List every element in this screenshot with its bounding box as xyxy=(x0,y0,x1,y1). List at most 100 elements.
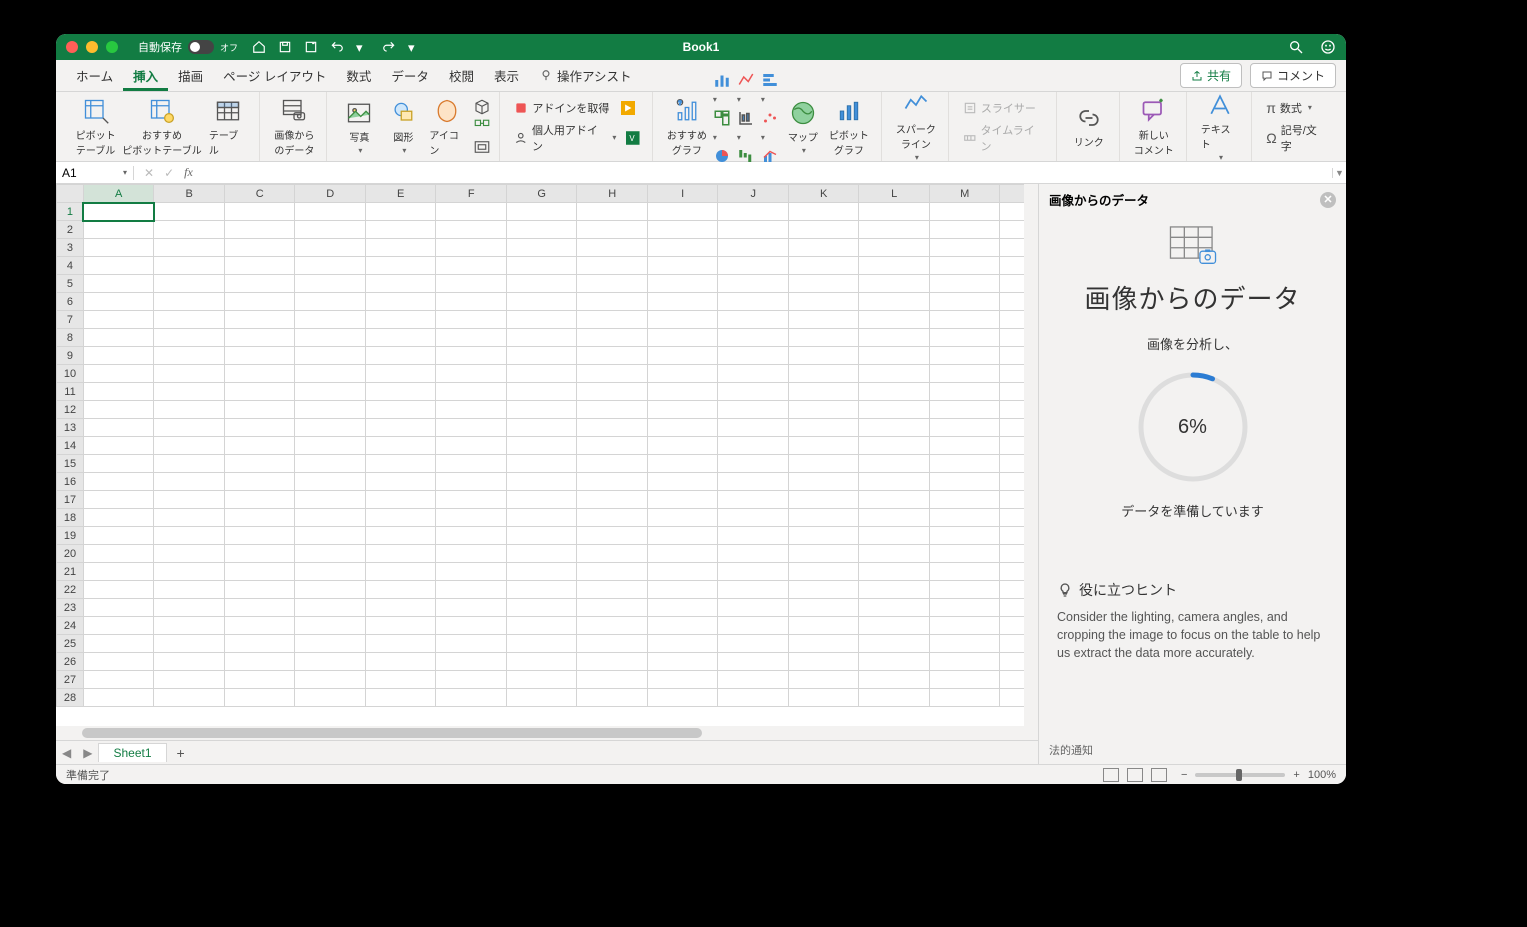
cell[interactable] xyxy=(506,653,577,671)
get-addins-button[interactable]: アドインを取得 xyxy=(510,98,643,118)
cell[interactable] xyxy=(295,275,366,293)
cell[interactable] xyxy=(224,401,295,419)
cell[interactable] xyxy=(859,653,930,671)
cell[interactable] xyxy=(154,635,225,653)
cell[interactable] xyxy=(83,491,154,509)
cell[interactable] xyxy=(436,257,507,275)
cell[interactable] xyxy=(506,563,577,581)
cell[interactable] xyxy=(83,419,154,437)
close-sidepane-button[interactable]: ✕ xyxy=(1320,192,1336,208)
cell[interactable] xyxy=(788,401,859,419)
cell[interactable] xyxy=(83,653,154,671)
cell[interactable] xyxy=(365,509,436,527)
cell[interactable] xyxy=(577,275,648,293)
cell[interactable] xyxy=(83,239,154,257)
cell[interactable] xyxy=(365,581,436,599)
cell[interactable] xyxy=(506,455,577,473)
cell[interactable] xyxy=(506,257,577,275)
cell[interactable] xyxy=(506,311,577,329)
cell[interactable] xyxy=(718,275,789,293)
row-header[interactable]: 19 xyxy=(57,527,84,545)
cell[interactable] xyxy=(365,239,436,257)
cell[interactable] xyxy=(154,257,225,275)
cell[interactable] xyxy=(929,293,1000,311)
cell[interactable] xyxy=(83,311,154,329)
cell[interactable] xyxy=(859,293,930,311)
cell[interactable] xyxy=(365,671,436,689)
row-header[interactable]: 15 xyxy=(57,455,84,473)
cell[interactable] xyxy=(295,437,366,455)
cell[interactable] xyxy=(718,653,789,671)
cell[interactable] xyxy=(577,203,648,221)
cell[interactable] xyxy=(436,455,507,473)
cell[interactable] xyxy=(295,401,366,419)
column-header[interactable]: G xyxy=(506,185,577,203)
cell[interactable] xyxy=(506,401,577,419)
cell[interactable] xyxy=(436,581,507,599)
cell[interactable] xyxy=(83,671,154,689)
cell[interactable] xyxy=(859,239,930,257)
cell[interactable] xyxy=(365,419,436,437)
cell[interactable] xyxy=(788,545,859,563)
cell[interactable] xyxy=(295,311,366,329)
cell[interactable] xyxy=(718,455,789,473)
cell[interactable] xyxy=(506,275,577,293)
row-header[interactable]: 13 xyxy=(57,419,84,437)
tab-draw[interactable]: 描画 xyxy=(168,60,213,91)
cell[interactable] xyxy=(929,221,1000,239)
smiley-feedback-icon[interactable] xyxy=(1320,39,1336,55)
cell[interactable] xyxy=(224,491,295,509)
cell[interactable] xyxy=(859,635,930,653)
cell[interactable] xyxy=(718,671,789,689)
cell[interactable] xyxy=(436,473,507,491)
cell[interactable] xyxy=(154,545,225,563)
column-header[interactable]: K xyxy=(788,185,859,203)
cell[interactable] xyxy=(436,635,507,653)
cell[interactable] xyxy=(436,653,507,671)
enter-formula-icon[interactable]: ✓ xyxy=(164,166,174,180)
cell[interactable] xyxy=(506,635,577,653)
cell[interactable] xyxy=(436,671,507,689)
cell[interactable] xyxy=(224,311,295,329)
cell[interactable] xyxy=(647,527,718,545)
cell[interactable] xyxy=(788,275,859,293)
cell[interactable] xyxy=(647,203,718,221)
cell[interactable] xyxy=(577,329,648,347)
cell[interactable] xyxy=(929,383,1000,401)
cell[interactable] xyxy=(577,293,648,311)
cell[interactable] xyxy=(83,473,154,491)
home-icon[interactable] xyxy=(252,40,266,54)
cell[interactable] xyxy=(788,203,859,221)
view-page-layout-button[interactable] xyxy=(1127,768,1143,782)
cell[interactable] xyxy=(788,509,859,527)
cell[interactable] xyxy=(647,221,718,239)
save-icon[interactable] xyxy=(278,40,292,54)
cell[interactable] xyxy=(718,203,789,221)
row-header[interactable]: 1 xyxy=(57,203,84,221)
cell[interactable] xyxy=(224,365,295,383)
cell[interactable] xyxy=(859,689,930,707)
cell[interactable] xyxy=(929,275,1000,293)
undo-dropdown-chevron[interactable]: ▾ xyxy=(356,40,370,54)
cell[interactable] xyxy=(577,653,648,671)
cell[interactable] xyxy=(154,365,225,383)
pivot-table-button[interactable]: ピボット テーブル xyxy=(72,95,119,159)
cell[interactable] xyxy=(718,545,789,563)
cell[interactable] xyxy=(295,617,366,635)
cell[interactable] xyxy=(718,311,789,329)
sparklines-button[interactable]: スパーク ライン▾ xyxy=(892,89,940,164)
cell[interactable] xyxy=(647,329,718,347)
cell[interactable] xyxy=(577,437,648,455)
line-chart-icon[interactable]: ▾ xyxy=(735,71,757,107)
cell[interactable] xyxy=(788,347,859,365)
cell[interactable] xyxy=(718,509,789,527)
pivot-chart-button[interactable]: ピボット グラフ xyxy=(825,95,873,159)
cell[interactable] xyxy=(224,653,295,671)
cell[interactable] xyxy=(929,365,1000,383)
cell[interactable] xyxy=(929,203,1000,221)
cell[interactable] xyxy=(718,257,789,275)
cell[interactable] xyxy=(929,689,1000,707)
cell[interactable] xyxy=(295,581,366,599)
cell[interactable] xyxy=(224,239,295,257)
column-header[interactable]: L xyxy=(859,185,930,203)
